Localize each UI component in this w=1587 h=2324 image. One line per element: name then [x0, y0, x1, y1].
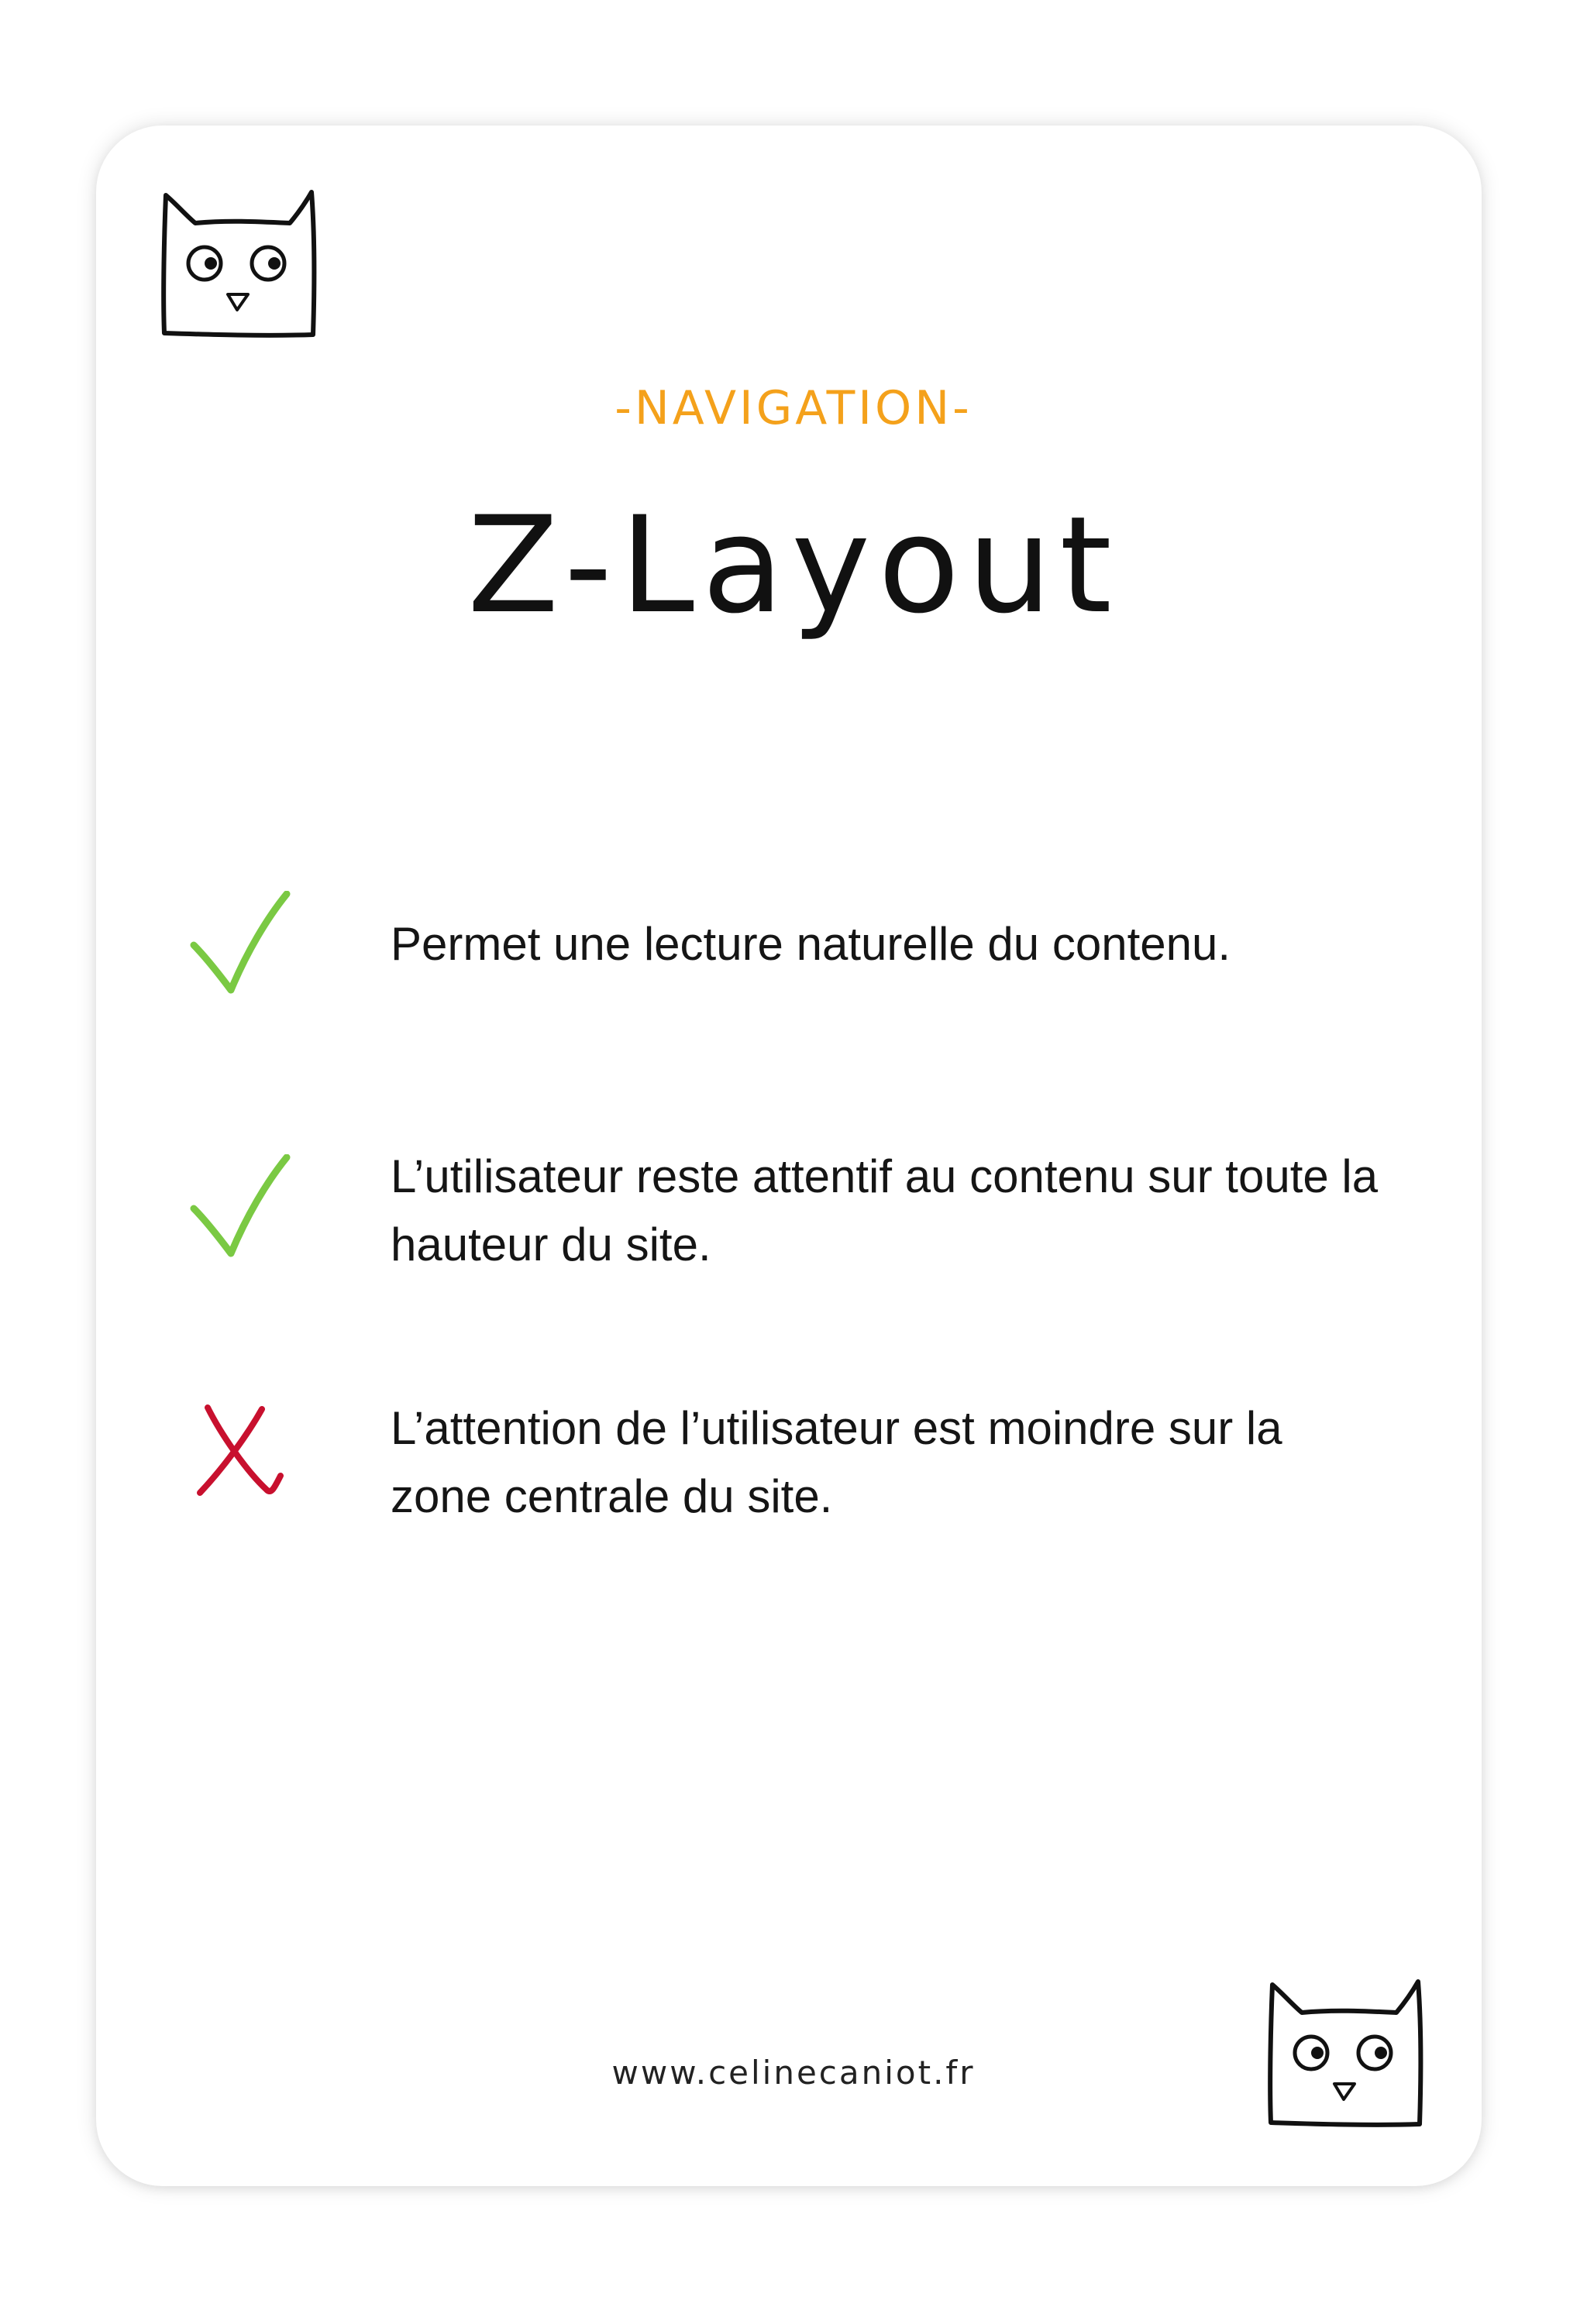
owl-mascot-icon [1263, 1975, 1426, 2130]
item-text: Permet une lecture naturelle du contenu. [391, 918, 1231, 970]
cross-icon [186, 1398, 294, 1507]
item-text: L’utilisateur reste attentif au contenu … [391, 1150, 1379, 1270]
check-icon [186, 891, 294, 999]
category-label: -NAVIGATION- [614, 381, 973, 435]
check-icon [186, 1154, 294, 1263]
item-text: L’attention de l’utilisateur est moindre… [391, 1402, 1282, 1522]
owl-mascot-icon [157, 186, 319, 341]
page-title: Z-Layout [467, 487, 1120, 643]
